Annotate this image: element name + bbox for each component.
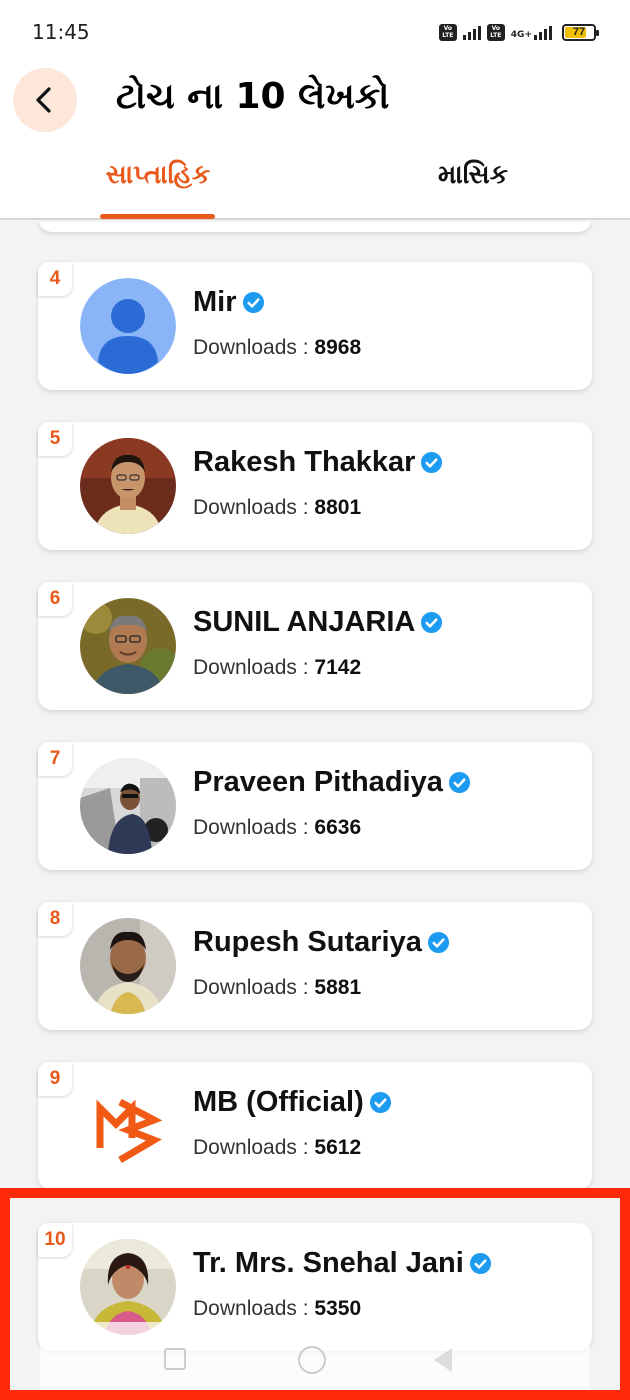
author-name: Tr. Mrs. Snehal Jani (193, 1247, 492, 1280)
battery-level: 77 (572, 26, 586, 38)
avatar (80, 918, 176, 1014)
author-card[interactable]: 5 Rakesh Thakkar Downloads : 8801 (38, 422, 592, 550)
author-name: Rakesh Thakkar (193, 446, 443, 479)
status-bar: 11:45 Vo LTE Vo LTE 4G+ 77 (0, 0, 630, 62)
author-card[interactable]: 8 Rupesh Sutariya Downloads : 5881 (38, 902, 592, 1030)
downloads-label: Downloads : (193, 1297, 315, 1320)
downloads-count: 5350 (314, 1297, 362, 1320)
verified-icon (421, 451, 443, 474)
downloads-label: Downloads : (193, 976, 315, 999)
verified-icon (448, 771, 470, 794)
author-name-text: Tr. Mrs. Snehal Jani (193, 1247, 464, 1279)
verified-icon (427, 931, 449, 954)
recent-apps-icon[interactable] (164, 1348, 186, 1370)
author-name: SUNIL ANJARIA (193, 606, 443, 639)
downloads-count: 8801 (314, 496, 362, 519)
rank-badge: 6 (38, 582, 72, 616)
author-name-text: Rakesh Thakkar (193, 446, 416, 478)
author-card[interactable]: 9 MB (Official) Downloads : 5612 (38, 1062, 592, 1190)
author-name: MB (Official) (193, 1086, 392, 1119)
volte-icon-2: Vo LTE (486, 23, 505, 41)
downloads-label: Downloads : (193, 656, 315, 679)
list-item-previous[interactable] (38, 222, 592, 232)
downloads-label: Downloads : (193, 816, 315, 839)
rank-badge: 10 (38, 1223, 72, 1257)
downloads-info: Downloads : 8801 (193, 496, 361, 520)
app-header: ટોચ ના 10 લેખકો સાપ્તાહિક માસિક (0, 62, 630, 220)
downloads-count: 5881 (314, 976, 362, 999)
downloads-info: Downloads : 5350 (193, 1297, 361, 1321)
downloads-count: 8968 (314, 336, 362, 359)
rank-badge: 8 (38, 902, 72, 936)
tab-weekly[interactable]: સાપ્તાહિક (96, 160, 220, 216)
avatar (80, 1239, 176, 1335)
network-type-label: 4G+ (510, 30, 532, 40)
author-card[interactable]: 6 SUNIL ANJARIA Downloads : 7142 (38, 582, 592, 710)
author-name-text: Mir (193, 286, 237, 318)
downloads-info: Downloads : 5881 (193, 976, 361, 1000)
rank-badge: 4 (38, 262, 72, 296)
back-button[interactable] (13, 68, 77, 132)
status-time: 11:45 (32, 20, 90, 44)
signal-icon (462, 24, 481, 40)
downloads-count: 6636 (314, 816, 362, 839)
chevron-left-icon (36, 87, 51, 113)
author-name-text: Rupesh Sutariya (193, 926, 422, 958)
avatar (80, 758, 176, 854)
default-avatar-icon (80, 278, 176, 374)
downloads-info: Downloads : 7142 (193, 656, 361, 680)
author-name: Mir (193, 286, 265, 319)
active-tab-indicator (100, 214, 215, 219)
verified-icon (421, 611, 443, 634)
downloads-label: Downloads : (193, 336, 315, 359)
mb-logo-icon (80, 1078, 176, 1174)
rank-badge: 5 (38, 422, 72, 456)
author-name: Praveen Pithadiya (193, 766, 471, 799)
signal-4g-icon: 4G+ (511, 24, 552, 40)
home-icon[interactable] (298, 1346, 326, 1374)
downloads-info: Downloads : 8968 (193, 336, 361, 360)
tab-monthly[interactable]: માસિક (408, 160, 538, 216)
author-name-text: Praveen Pithadiya (193, 766, 443, 798)
verified-icon (242, 291, 264, 314)
rank-badge: 9 (38, 1062, 72, 1096)
top-authors-list: 4 Mir Downloads : 8968 5 Rakesh Thakkar … (0, 222, 630, 1400)
author-card[interactable]: 7 Praveen Pithadiya Downloads : 6636 (38, 742, 592, 870)
system-nav-bar (40, 1322, 590, 1392)
author-name: Rupesh Sutariya (193, 926, 450, 959)
downloads-info: Downloads : 6636 (193, 816, 361, 840)
status-icons: Vo LTE Vo LTE 4G+ 77 (438, 21, 599, 43)
avatar (80, 438, 176, 534)
downloads-count: 5612 (314, 1136, 362, 1159)
back-nav-icon[interactable] (434, 1348, 452, 1372)
downloads-label: Downloads : (193, 496, 315, 519)
battery-icon: 77 (562, 23, 599, 41)
verified-icon (369, 1091, 391, 1114)
avatar (80, 598, 176, 694)
page-title: ટોચ ના 10 લેખકો (116, 76, 390, 117)
rank-badge: 7 (38, 742, 72, 776)
author-name-text: MB (Official) (193, 1086, 364, 1118)
downloads-info: Downloads : 5612 (193, 1136, 361, 1160)
volte-icon: Vo LTE (438, 23, 457, 41)
downloads-count: 7142 (314, 656, 362, 679)
verified-icon (469, 1252, 491, 1275)
author-name-text: SUNIL ANJARIA (193, 606, 416, 638)
downloads-label: Downloads : (193, 1136, 315, 1159)
author-card[interactable]: 4 Mir Downloads : 8968 (38, 262, 592, 390)
